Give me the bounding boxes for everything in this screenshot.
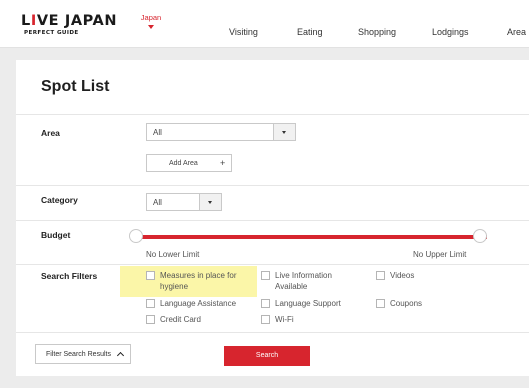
divider xyxy=(16,114,529,115)
live-japan-logo[interactable]: LIVE JAPAN PERFECT GUIDE xyxy=(21,14,116,36)
spot-list-panel: Spot List Area All Add Area + Category A… xyxy=(16,60,529,376)
dropdown-arrow-icon xyxy=(273,124,295,140)
nav-eating[interactable]: Eating xyxy=(297,27,323,37)
divider xyxy=(16,185,529,186)
checkbox-wifi-label: Wi-Fi xyxy=(275,315,294,324)
checkbox-wifi[interactable] xyxy=(261,315,270,324)
checkbox-coupons-label: Coupons xyxy=(390,299,423,308)
checkbox-credit-card-label: Credit Card xyxy=(160,315,201,324)
search-button[interactable]: Search xyxy=(224,346,310,366)
logo-wordmark: LIVE JAPAN xyxy=(21,13,118,29)
area-select[interactable]: All xyxy=(146,123,296,141)
checkbox-coupons[interactable] xyxy=(376,299,385,308)
area-label: Area xyxy=(41,128,60,138)
checkbox-language-assistance[interactable] xyxy=(146,299,155,308)
category-select-value: All xyxy=(153,198,162,207)
checkbox-hygiene-label: Measures in place for hygiene xyxy=(160,271,237,291)
search-button-label: Search xyxy=(255,352,279,359)
filter-search-results-button[interactable]: Filter Search Results xyxy=(35,344,131,364)
page-title: Spot List xyxy=(41,78,110,95)
category-select[interactable]: All xyxy=(146,193,222,211)
divider xyxy=(16,332,529,333)
add-area-label: Add Area xyxy=(169,160,198,167)
checkbox-language-support-label: Language Support xyxy=(275,299,341,308)
nav-area[interactable]: Area xyxy=(507,27,526,37)
site-header: LIVE JAPAN PERFECT GUIDE Japan Visiting … xyxy=(0,0,529,48)
checkbox-language-support[interactable] xyxy=(261,299,270,308)
checkbox-live-information-label: Live Information Available xyxy=(275,271,332,291)
checkbox-hygiene[interactable] xyxy=(146,271,155,280)
budget-slider-track[interactable] xyxy=(136,235,487,239)
checkbox-videos-label: Videos xyxy=(390,271,415,280)
budget-max-label: No Upper Limit xyxy=(413,250,467,259)
nav-shopping[interactable]: Shopping xyxy=(358,27,396,37)
dropdown-arrow-icon xyxy=(199,194,221,210)
plus-icon: + xyxy=(220,158,226,168)
divider xyxy=(16,220,529,221)
add-area-button[interactable]: Add Area + xyxy=(146,154,232,172)
filter-search-results-label: Filter Search Results xyxy=(46,351,111,358)
checkbox-language-assistance-label: Language Assistance xyxy=(160,299,237,308)
category-label: Category xyxy=(41,195,78,205)
logo-tagline: PERFECT GUIDE xyxy=(24,30,79,36)
checkbox-credit-card[interactable] xyxy=(146,315,155,324)
chevron-up-icon xyxy=(116,351,125,360)
area-select-value: All xyxy=(153,128,162,137)
divider xyxy=(16,264,529,265)
checkbox-videos[interactable] xyxy=(376,271,385,280)
language-label: Japan xyxy=(140,13,162,22)
language-selector[interactable]: Japan xyxy=(138,13,164,29)
budget-min-label: No Lower Limit xyxy=(146,250,200,259)
nav-visiting[interactable]: Visiting xyxy=(229,27,258,37)
nav-lodgings[interactable]: Lodgings xyxy=(432,27,469,37)
checkbox-live-information[interactable] xyxy=(261,271,270,280)
caret-down-icon xyxy=(148,25,154,29)
search-filters-label: Search Filters xyxy=(41,271,98,281)
budget-max-handle[interactable] xyxy=(473,229,487,243)
budget-label: Budget xyxy=(41,230,71,240)
budget-min-handle[interactable] xyxy=(129,229,143,243)
